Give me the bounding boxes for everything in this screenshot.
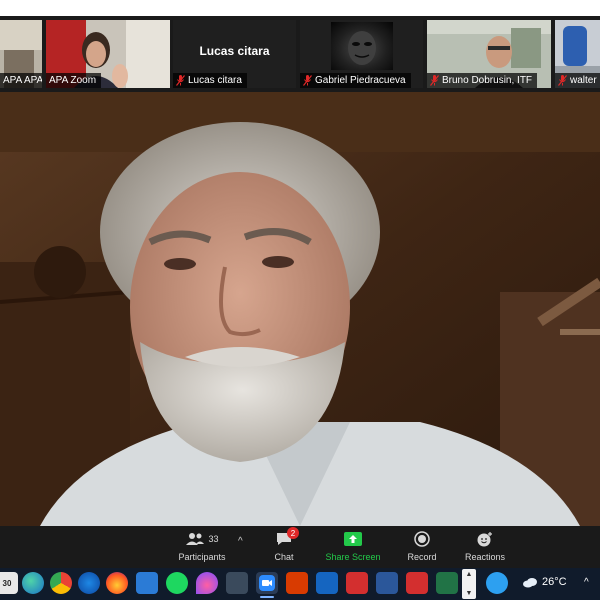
meeting-toolbar: 33 Participants ^ 2 Chat Share Screen Re… [0,526,600,568]
edge-icon[interactable] [22,572,44,594]
store-icon[interactable] [136,572,158,594]
active-speaker-video[interactable] [0,92,600,526]
reactions-icon [477,532,492,547]
mic-muted-icon [176,75,185,86]
zoom-icon[interactable] [256,572,278,594]
participant-name-tag: walter [555,73,600,88]
record-button[interactable]: Record [402,528,442,566]
participant-name: Bruno Dobrusin, ITF [442,75,533,86]
participant-name-tag: Bruno Dobrusin, ITF [427,73,538,88]
participant-tile[interactable]: walter [555,20,600,88]
system-tray-caret-icon[interactable]: ^ [584,577,589,588]
zoom-logo-icon [259,575,275,591]
office-icon[interactable] [286,572,308,594]
participant-name: APA Zoom [49,75,97,86]
record-label: Record [407,552,437,562]
participant-name: Lucas citara [188,75,242,86]
chevron-down-icon: ▼ [465,590,473,597]
mic-muted-icon [303,75,312,86]
participants-count: 33 [208,534,219,544]
weather-temperature: 26°C [542,576,567,588]
participant-name-tag: Lucas citara [173,73,247,88]
participant-tile[interactable]: Gabriel Piedracueva [300,20,423,88]
reactions-label: Reactions [464,552,506,562]
record-icon [414,531,430,547]
participant-strip: APA APA APA Zoom Lucas citara Lucas cita… [0,16,600,92]
firefox-icon[interactable] [106,572,128,594]
spotify-icon[interactable] [166,572,188,594]
mic-muted-icon [430,75,439,86]
share-screen-label: Share Screen [325,552,381,562]
participant-name-tag: APA Zoom [46,73,102,88]
drop-icon[interactable] [196,572,218,594]
participants-button[interactable]: 33 Participants [170,528,234,566]
participant-tile[interactable]: Bruno Dobrusin, ITF [427,20,551,88]
pdf-icon[interactable] [406,572,428,594]
chat-label: Chat [274,552,294,562]
edge-dev-icon[interactable] [78,572,100,594]
calendar-icon[interactable]: 30 [0,572,18,594]
pdf-icon[interactable] [346,572,368,594]
speaker-video-frame [0,92,600,526]
participants-label: Participants [178,552,226,562]
calculator-icon[interactable] [226,572,248,594]
taskbar-overflow-button[interactable]: ▲ ▼ [462,569,476,599]
weather-widget[interactable]: 26°C [522,576,567,588]
chevron-up-icon: ▲ [465,571,473,578]
participant-center-name: Lucas citara [199,44,270,58]
word-icon[interactable] [376,572,398,594]
cloud-icon [523,577,537,587]
help-icon[interactable] [486,572,508,594]
active-app-indicator [260,596,274,598]
mask-image [348,31,376,65]
dictionary-icon[interactable] [316,572,338,594]
participants-caret-icon[interactable]: ^ [238,536,243,547]
participant-name: APA APA [3,75,42,86]
participant-name: Gabriel Piedracueva [315,75,406,86]
mic-muted-icon [558,75,567,86]
share-screen-icon [344,532,362,546]
windows-taskbar: 30 ▲ ▼ 26°C ^ [0,568,600,600]
chrome-icon[interactable] [50,572,72,594]
participant-name: walter [570,75,597,86]
participant-name-tag: APA APA [0,73,42,88]
participant-avatar [331,22,393,70]
participant-tile[interactable]: APA Zoom [46,20,170,88]
participant-tile[interactable]: Lucas citara Lucas citara [173,20,296,88]
participant-tile[interactable]: APA APA [0,20,42,88]
calendar-day: 30 [2,578,12,588]
chat-button[interactable]: 2 Chat [266,527,302,566]
chat-unread-badge: 2 [287,527,299,539]
share-screen-button[interactable]: Share Screen [322,528,384,566]
reactions-button[interactable]: Reactions [460,528,510,566]
participant-name-tag: Gabriel Piedracueva [300,73,411,88]
excel-icon[interactable] [436,572,458,594]
participants-icon [186,533,205,545]
